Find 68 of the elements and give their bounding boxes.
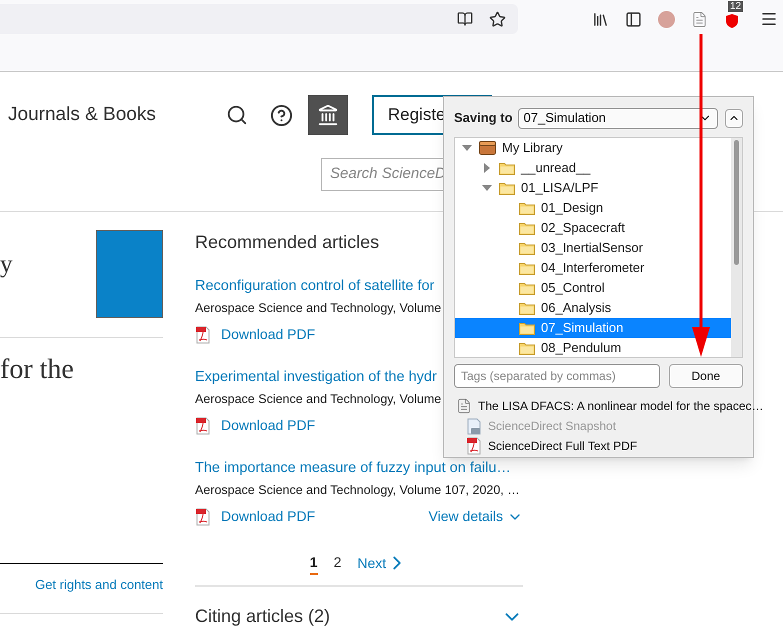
download-link[interactable]: Download PDF	[221, 506, 316, 527]
collection-select[interactable]: 07_Simulation	[518, 108, 718, 128]
folder-icon	[519, 202, 535, 214]
snapshot-icon	[466, 418, 482, 434]
article-link[interactable]: The importance measure of fuzzy input on failu…	[195, 458, 511, 478]
collection-row[interactable]: 02_Spacecraft	[455, 218, 731, 238]
section-heading: Recommended articles	[195, 231, 380, 254]
details-link[interactable]: View details	[428, 506, 523, 527]
library-box-icon	[479, 141, 496, 155]
collapsed-triangle-icon[interactable]	[482, 163, 492, 173]
article-title-fragment: y	[0, 252, 12, 277]
nav-link[interactable]: Journals & Books	[8, 100, 156, 130]
help-icon[interactable]	[270, 104, 293, 126]
collection-row[interactable]: 05_Control	[455, 278, 731, 298]
folder-icon	[499, 182, 515, 194]
folder-icon	[499, 162, 515, 174]
sidebar-icon[interactable]	[625, 10, 642, 28]
rights-link[interactable]: Get rights and content	[35, 575, 163, 613]
collapse-button[interactable]	[725, 108, 743, 128]
saved-item-label: ScienceDirect Full Text PDF	[488, 438, 638, 455]
menu-icon[interactable]	[760, 10, 778, 28]
shield-icon[interactable]	[724, 13, 740, 29]
folder-icon	[519, 282, 535, 294]
folder-icon	[519, 302, 535, 314]
article-link[interactable]: Reconfiguration control of satellite for	[195, 276, 434, 296]
reader-view-icon[interactable]	[457, 11, 473, 27]
collection-row[interactable]: 08_Pendulum	[455, 338, 731, 357]
folder-icon	[519, 322, 535, 334]
expanded-triangle-icon[interactable]	[482, 183, 492, 193]
badge-count: 12	[728, 1, 744, 12]
download-link[interactable]: Download PDF	[221, 415, 316, 436]
institution-icon	[316, 104, 339, 126]
folder-icon	[519, 342, 535, 354]
saved-item-label: ScienceDirect Snapshot	[488, 418, 616, 435]
pdf-icon	[195, 416, 211, 434]
document-icon	[456, 398, 472, 414]
article-source: Aerospace Science and Technology, Volume 107, 2020, …	[195, 482, 520, 499]
folder-icon	[519, 262, 535, 274]
page-link[interactable]: 2	[334, 552, 342, 574]
folder-icon	[519, 242, 535, 254]
institution-button[interactable]	[308, 95, 348, 135]
search-icon[interactable]	[226, 104, 248, 126]
collection-row[interactable]: 06_Analysis	[455, 298, 731, 318]
page-link[interactable]: 1	[310, 552, 318, 574]
pdf-icon	[195, 508, 211, 526]
star-icon[interactable]	[489, 10, 506, 28]
folder-icon	[519, 222, 535, 234]
done-button[interactable]: Done	[668, 364, 743, 388]
document-icon[interactable]	[691, 10, 708, 28]
collection-row[interactable]: 03_InertialSensor	[455, 238, 731, 258]
collection-row[interactable]: 01_Design	[455, 198, 731, 218]
article-title-fragment: for the	[0, 353, 75, 387]
tags-field[interactable]: Tags (separated by commas)	[454, 364, 660, 388]
section-heading: Citing articles (2)	[195, 605, 330, 628]
collection-row[interactable]: 07_Simulation	[455, 318, 731, 338]
scrollbar[interactable]	[731, 138, 742, 357]
article-link[interactable]: Experimental investigation of the hydr	[195, 367, 437, 387]
collection-row[interactable]: My Library	[455, 138, 731, 158]
download-link[interactable]: Download PDF	[221, 324, 316, 345]
article-source: Aerospace Science and Technology, Volume	[195, 391, 442, 408]
next-link[interactable]: Next	[357, 552, 408, 574]
expanded-triangle-icon[interactable]	[462, 143, 472, 153]
pdf-icon	[195, 326, 211, 344]
collection-row[interactable]: 04_Interferometer	[455, 258, 731, 278]
saved-item-label: The LISA DFACS: A nonlinear model for the spacec…	[478, 398, 764, 415]
library-icon[interactable]	[592, 10, 609, 28]
pdf-icon	[466, 437, 482, 455]
article-source: Aerospace Science and Technology, Volume	[195, 300, 442, 317]
